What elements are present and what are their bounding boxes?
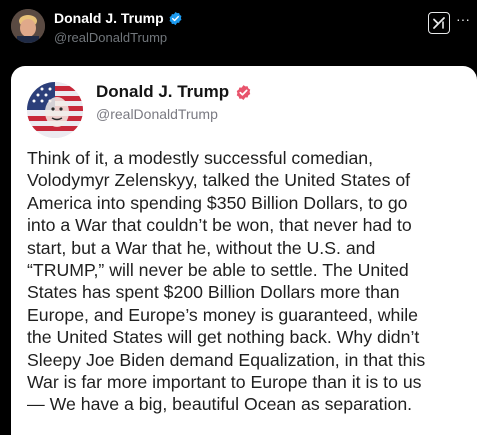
author-avatar[interactable] [11, 9, 45, 43]
screenshot-root: Donald J. Trump @realDonaldTrump ··· Don… [0, 0, 477, 435]
author-name-row: Donald J. Trump [54, 10, 183, 26]
grok-icon[interactable] [428, 12, 450, 34]
embedded-post-card[interactable]: Donald J. Trump @realDonaldTrump Think o… [11, 66, 477, 435]
author-name[interactable]: Donald J. Trump [54, 10, 164, 26]
author-handle[interactable]: @realDonaldTrump [54, 30, 167, 45]
embedded-author-name-row: Donald J. Trump [96, 82, 252, 102]
embedded-author-name[interactable]: Donald J. Trump [96, 82, 229, 102]
embedded-post-body: Think of it, a modestly successful comed… [27, 148, 426, 415]
post-header: Donald J. Trump @realDonaldTrump ··· [0, 0, 477, 62]
verified-badge-icon [168, 11, 183, 26]
verified-badge-icon [235, 84, 252, 101]
embedded-author-avatar[interactable] [27, 82, 83, 138]
embedded-author-handle[interactable]: @realDonaldTrump [96, 106, 218, 122]
more-icon[interactable]: ··· [456, 12, 470, 26]
